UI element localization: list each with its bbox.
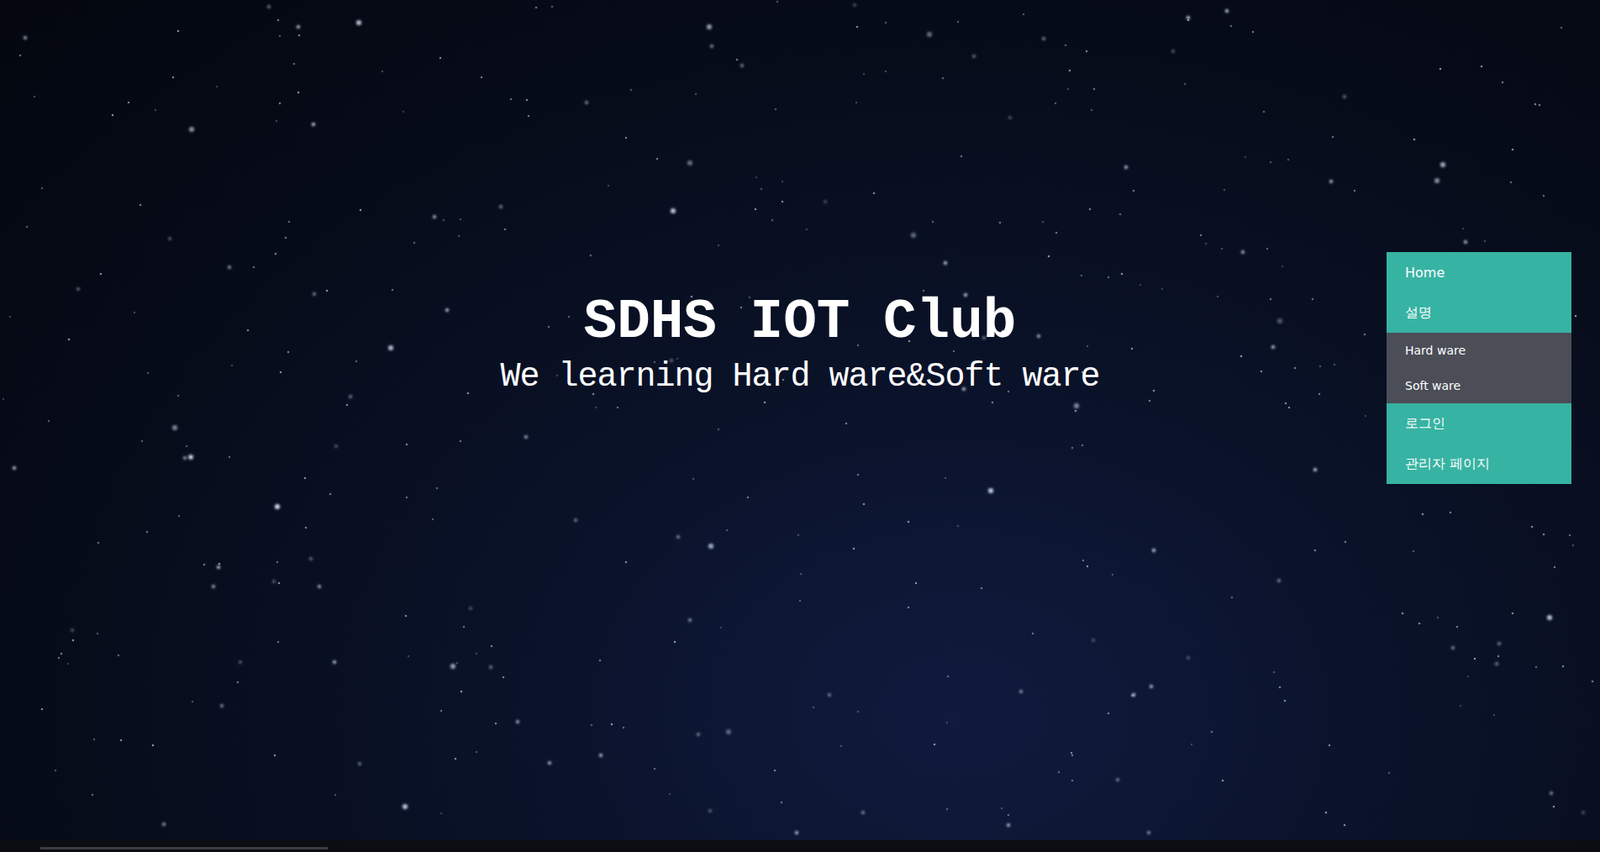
menu-item[interactable]: 관리자 페이지 [1386,443,1572,485]
side-menu: Home 설명 Hard ware Soft ware 로그인관리자 페이지 [1386,252,1572,485]
bottom-bar [0,840,1600,852]
submenu-item[interactable]: Hard ware [1386,332,1572,369]
scroll-indicator [40,847,328,850]
stars-background [0,0,2,2]
menu-label[interactable]: Home [1405,264,1445,281]
menu-label[interactable]: 설명 [1405,304,1432,322]
site-subtitle: We learning Hard ware&Soft ware [500,357,1100,398]
site-title: SDHS IOT Club [584,292,1017,354]
submenu-item[interactable]: Soft ware [1386,368,1572,404]
menu-item[interactable]: 설명 [1386,292,1572,333]
title-block: SDHS IOT ClubWe learning Hard ware&Soft … [500,292,1100,398]
hero-section: SDHS IOT ClubWe learning Hard ware&Soft … [0,0,1600,841]
menu-label[interactable]: 관리자 페이지 [1405,455,1490,474]
menu-item[interactable]: Home [1386,252,1572,293]
menu-label[interactable]: 로그인 [1405,415,1446,433]
menu-label[interactable]: Soft ware [1405,378,1461,393]
menu-label[interactable]: Hard ware [1405,343,1466,358]
menu-item[interactable]: 로그인 [1386,403,1572,444]
